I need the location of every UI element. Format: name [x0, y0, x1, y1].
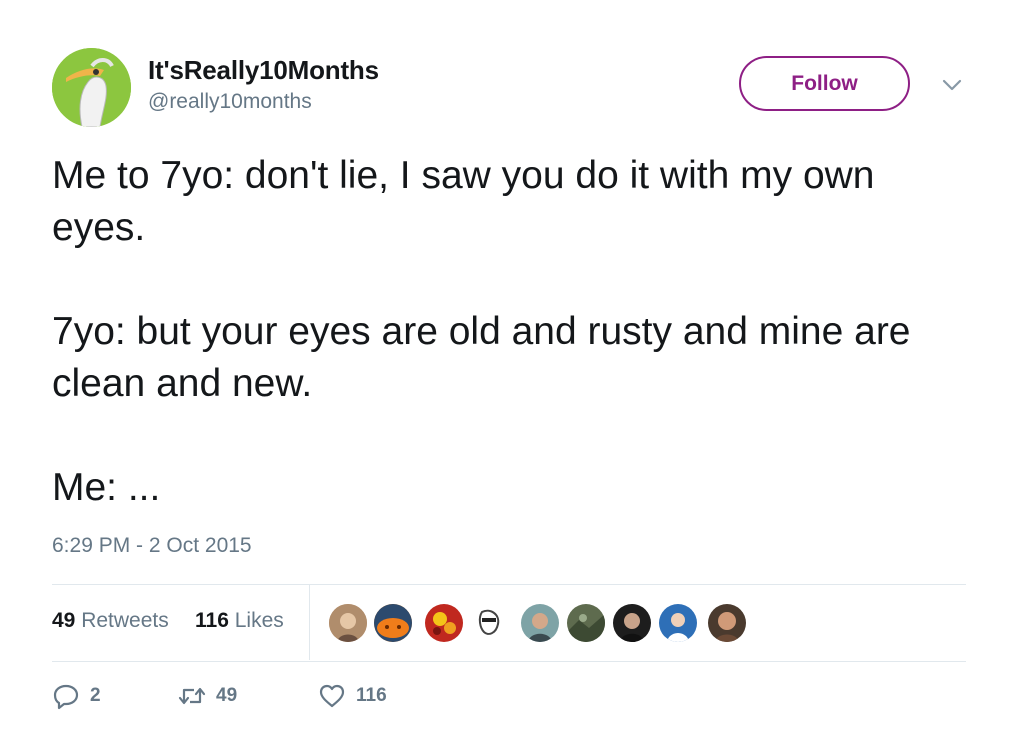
liker-avatar-icon[interactable] [469, 603, 509, 643]
retweets-stat[interactable]: 49 Retweets [52, 609, 169, 633]
user-handle[interactable]: @really10months [148, 90, 312, 114]
liker-avatar-icon[interactable] [424, 603, 464, 643]
follow-button[interactable]: Follow [739, 56, 910, 111]
tweet-text: Me to 7yo: don't lie, I saw you do it wi… [52, 150, 952, 514]
retweets-label: Retweets [81, 609, 169, 632]
like-count: 116 [356, 685, 387, 706]
divider [52, 661, 966, 662]
likes-label: Likes [234, 609, 284, 632]
more-options-chevron-down-icon[interactable] [940, 76, 964, 94]
liker-avatar-icon[interactable] [328, 603, 368, 643]
tweet-timestamp[interactable]: 6:29 PM - 2 Oct 2015 [52, 534, 252, 558]
likes-count: 116 [195, 609, 229, 632]
reply-count: 2 [90, 685, 101, 706]
liker-avatar-icon[interactable] [612, 603, 652, 643]
pelican-avatar-icon [52, 48, 131, 127]
liker-avatar-icon[interactable] [707, 603, 747, 643]
liker-avatar-icon[interactable] [566, 603, 606, 643]
heart-icon [319, 684, 345, 708]
retweets-count: 49 [52, 609, 76, 632]
tweet-paragraph: Me to 7yo: don't lie, I saw you do it wi… [52, 154, 875, 249]
retweet-button[interactable]: 49 [178, 678, 237, 714]
liker-avatar-icon[interactable] [520, 603, 560, 643]
tweet-card: It'sReally10Months @really10months Follo… [0, 0, 1024, 751]
liker-avatar-icon[interactable] [373, 603, 413, 643]
tweet-stats: 49 Retweets 116 Likes [52, 585, 966, 660]
stats-separator [309, 585, 310, 660]
tweet-paragraph: Me: ... [52, 466, 161, 509]
display-name[interactable]: It'sReally10Months [148, 55, 379, 86]
like-button[interactable]: 116 [318, 678, 387, 714]
reply-icon [53, 684, 79, 710]
reply-button[interactable]: 2 [52, 678, 101, 714]
retweet-count: 49 [216, 685, 238, 706]
tweet-paragraph: 7yo: but your eyes are old and rusty and… [52, 310, 911, 405]
user-avatar[interactable] [52, 48, 131, 127]
tweet-actions: 2 49 116 [52, 678, 552, 718]
liker-avatar-icon[interactable] [658, 603, 698, 643]
retweet-icon [178, 687, 206, 705]
likes-stat[interactable]: 116 Likes [195, 609, 284, 633]
